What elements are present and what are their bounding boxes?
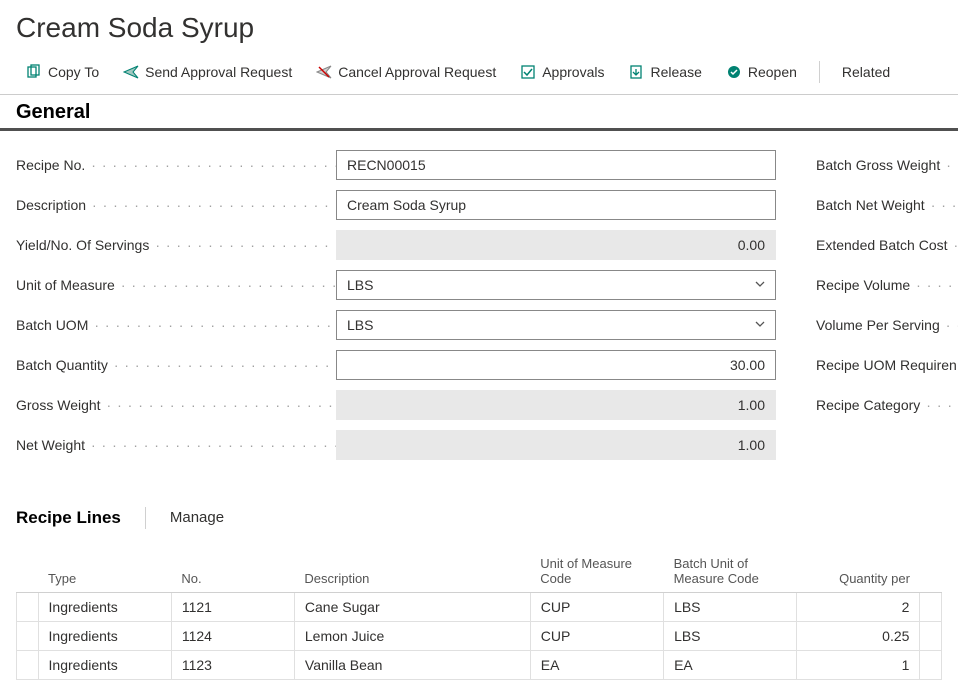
related-label: Related: [842, 64, 890, 80]
label-batch-uom: Batch UOM: [16, 317, 336, 333]
col-uom-code[interactable]: Unit of Measure Code: [530, 550, 663, 593]
label-batch-qty: Batch Quantity: [16, 357, 336, 373]
label-volume-per-serving: Volume Per Serving: [816, 317, 958, 333]
table-row[interactable]: Ingredients1123Vanilla BeanEAEA1: [17, 651, 942, 680]
label-recipe-uom-req: Recipe UOM Requiren: [816, 357, 958, 373]
cell-qty-per[interactable]: 1: [797, 651, 920, 680]
col-description[interactable]: Description: [294, 550, 530, 593]
cell-type[interactable]: Ingredients: [38, 622, 171, 651]
related-button[interactable]: Related: [832, 60, 900, 84]
label-recipe-no: Recipe No.: [16, 157, 336, 173]
recipe-lines-title: Recipe Lines: [16, 508, 145, 528]
cell-uom[interactable]: EA: [530, 651, 663, 680]
yield-field: [336, 230, 776, 260]
approvals-button[interactable]: Approvals: [510, 60, 614, 84]
section-general-header: General: [0, 95, 958, 131]
description-field[interactable]: [336, 190, 776, 220]
label-description: Description: [16, 197, 336, 213]
release-icon: [628, 64, 644, 80]
recipe-no-field[interactable]: [336, 150, 776, 180]
cell-description[interactable]: Vanilla Bean: [294, 651, 530, 680]
toolbar: Copy To Send Approval Request Cancel App…: [0, 54, 958, 95]
col-qty-per[interactable]: Quantity per: [797, 550, 920, 593]
row-indicator: [17, 593, 39, 622]
manage-button[interactable]: Manage: [146, 505, 248, 530]
toolbar-separator: [819, 61, 820, 83]
cell-no[interactable]: 1124: [171, 622, 294, 651]
cell-batch-uom[interactable]: EA: [664, 651, 797, 680]
reopen-label: Reopen: [748, 64, 797, 80]
approvals-label: Approvals: [542, 64, 604, 80]
general-form: Recipe No. Description Yield/No. Of Serv…: [0, 145, 958, 465]
table-row[interactable]: Ingredients1124Lemon JuiceCUPLBS0.25: [17, 622, 942, 651]
approvals-icon: [520, 64, 536, 80]
cancel-send-icon: [316, 64, 332, 80]
batch-uom-select[interactable]: [336, 310, 776, 340]
send-approval-label: Send Approval Request: [145, 64, 292, 80]
cancel-approval-button[interactable]: Cancel Approval Request: [306, 60, 506, 84]
cell-uom[interactable]: CUP: [530, 622, 663, 651]
row-indicator: [17, 622, 39, 651]
cell-uom[interactable]: CUP: [530, 593, 663, 622]
cell-no[interactable]: 1121: [171, 593, 294, 622]
table-row[interactable]: Ingredients1121Cane SugarCUPLBS2: [17, 593, 942, 622]
cell-qty-per[interactable]: 2: [797, 593, 920, 622]
col-batch-uom-code[interactable]: Batch Unit of Measure Code: [664, 550, 797, 593]
cell-batch-uom[interactable]: LBS: [664, 622, 797, 651]
batch-qty-field[interactable]: [336, 350, 776, 380]
label-recipe-category: Recipe Category: [816, 397, 958, 413]
reopen-icon: [726, 64, 742, 80]
copy-to-label: Copy To: [48, 64, 99, 80]
cell-qty-per[interactable]: 0.25: [797, 622, 920, 651]
cell-trailing: [920, 651, 942, 680]
cell-trailing: [920, 593, 942, 622]
send-approval-button[interactable]: Send Approval Request: [113, 60, 302, 84]
label-recipe-volume: Recipe Volume: [816, 277, 958, 293]
label-yield: Yield/No. Of Servings: [16, 237, 336, 253]
release-label: Release: [650, 64, 701, 80]
label-gross-weight: Gross Weight: [16, 397, 336, 413]
cell-description[interactable]: Lemon Juice: [294, 622, 530, 651]
label-batch-gross-weight: Batch Gross Weight: [816, 157, 958, 173]
row-indicator: [17, 651, 39, 680]
cancel-approval-label: Cancel Approval Request: [338, 64, 496, 80]
cell-description[interactable]: Cane Sugar: [294, 593, 530, 622]
net-weight-field: [336, 430, 776, 460]
col-type[interactable]: Type: [38, 550, 171, 593]
col-no[interactable]: No.: [171, 550, 294, 593]
reopen-button[interactable]: Reopen: [716, 60, 807, 84]
label-uom: Unit of Measure: [16, 277, 336, 293]
label-extended-batch-cost: Extended Batch Cost: [816, 237, 958, 253]
label-batch-net-weight: Batch Net Weight: [816, 197, 958, 213]
cell-type[interactable]: Ingredients: [38, 651, 171, 680]
send-icon: [123, 64, 139, 80]
cell-trailing: [920, 622, 942, 651]
cell-no[interactable]: 1123: [171, 651, 294, 680]
copy-to-button[interactable]: Copy To: [16, 60, 109, 84]
cell-type[interactable]: Ingredients: [38, 593, 171, 622]
page-title: Cream Soda Syrup: [0, 0, 958, 54]
uom-select[interactable]: [336, 270, 776, 300]
recipe-lines-table: Type No. Description Unit of Measure Cod…: [16, 550, 942, 680]
release-button[interactable]: Release: [618, 60, 711, 84]
gross-weight-field: [336, 390, 776, 420]
recipe-lines-section: Recipe Lines Manage Type No. Description…: [0, 505, 958, 680]
label-net-weight: Net Weight: [16, 437, 336, 453]
copy-icon: [26, 64, 42, 80]
cell-batch-uom[interactable]: LBS: [664, 593, 797, 622]
